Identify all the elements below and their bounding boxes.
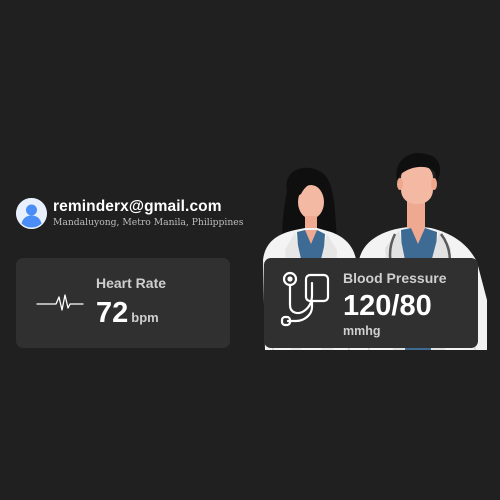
user-email: reminderx@gmail.com: [53, 198, 222, 215]
heart-rate-unit: bpm: [131, 310, 159, 325]
stethoscope-icon: [280, 271, 330, 327]
heart-rate-card[interactable]: Heart Rate 72 bpm: [16, 258, 230, 348]
heart-rate-value-row: 72 bpm: [96, 296, 159, 335]
heart-rate-value: 72: [96, 297, 129, 329]
profile-text: reminderx@gmail.com Mandaluyong, Metro M…: [53, 198, 243, 229]
blood-pressure-title: Blood Pressure: [343, 270, 447, 286]
user-avatar-icon[interactable]: [16, 198, 47, 229]
user-profile: reminderx@gmail.com Mandaluyong, Metro M…: [16, 198, 243, 229]
blood-pressure-card[interactable]: Blood Pressure 120/80 mmhg: [264, 258, 478, 348]
blood-pressure-unit: mmhg: [343, 324, 381, 338]
heart-rate-title: Heart Rate: [96, 275, 167, 291]
blood-pressure-value: 120/80: [343, 290, 432, 322]
user-location: Mandaluyong, Metro Manila, Philippines: [53, 217, 244, 228]
heartbeat-pulse-icon: [36, 294, 84, 311]
